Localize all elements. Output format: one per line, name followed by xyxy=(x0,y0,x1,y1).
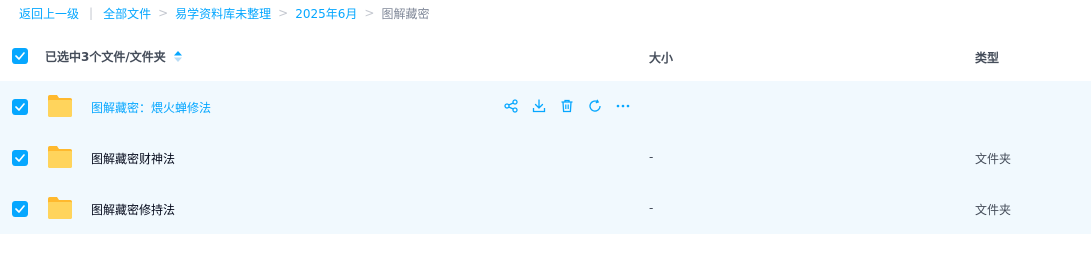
check-icon xyxy=(15,103,25,111)
selection-count-label: 已选中3个文件/文件夹 xyxy=(45,50,166,64)
breadcrumb: 返回上一级 | 全部文件 > 易学资料库未整理 > 2025年6月 > 图解藏密 xyxy=(19,4,429,22)
breadcrumb-current: 图解藏密 xyxy=(381,6,430,21)
row-checkbox[interactable] xyxy=(12,201,28,217)
file-type: 文件夹 xyxy=(975,203,1012,217)
share-icon[interactable] xyxy=(503,98,519,114)
check-icon xyxy=(15,205,25,213)
breadcrumb-divider: | xyxy=(89,6,94,20)
file-list-header: 已选中3个文件/文件夹 大小 类型 xyxy=(0,30,1091,80)
more-icon[interactable] xyxy=(615,98,631,114)
size-column-header[interactable]: 大小 xyxy=(649,49,673,66)
row-checkbox[interactable] xyxy=(12,99,28,115)
name-column-header[interactable]: 已选中3个文件/文件夹 xyxy=(45,48,182,65)
row-checkbox[interactable] xyxy=(12,150,28,166)
type-column-header[interactable]: 类型 xyxy=(975,49,999,66)
file-name[interactable]: 图解藏密财神法 xyxy=(91,150,175,167)
check-icon xyxy=(15,154,25,162)
file-size: - xyxy=(649,150,654,164)
row-actions xyxy=(503,98,643,114)
file-name[interactable]: 图解藏密：煨火蝉修法 xyxy=(91,99,211,116)
folder-icon xyxy=(48,95,72,117)
breadcrumb-item-library[interactable]: 易学资料库未整理 xyxy=(175,5,271,22)
breadcrumb-item-month[interactable]: 2025年6月 xyxy=(295,5,357,22)
folder-icon xyxy=(48,197,72,219)
table-row[interactable]: 图解藏密修持法 - 文件夹 xyxy=(0,183,1091,234)
file-list: 图解藏密：煨火蝉修法 图解藏密财神法 - 文件夹 图解藏密修持法 - 文件夹 xyxy=(0,81,1091,234)
breadcrumb-separator: > xyxy=(158,6,169,20)
select-all-checkbox[interactable] xyxy=(12,48,28,64)
table-row[interactable]: 图解藏密：煨火蝉修法 xyxy=(0,81,1091,132)
delete-icon[interactable] xyxy=(559,98,575,114)
sort-icon[interactable] xyxy=(173,51,182,62)
folder-icon xyxy=(48,146,72,168)
file-name[interactable]: 图解藏密修持法 xyxy=(91,201,175,218)
breadcrumb-separator: > xyxy=(364,6,375,20)
breadcrumb-item-all-files[interactable]: 全部文件 xyxy=(103,5,151,22)
check-icon xyxy=(15,52,25,60)
file-size: - xyxy=(649,201,654,215)
file-type: 文件夹 xyxy=(975,152,1012,166)
back-link[interactable]: 返回上一级 xyxy=(19,5,79,22)
table-row[interactable]: 图解藏密财神法 - 文件夹 xyxy=(0,132,1091,183)
breadcrumb-separator: > xyxy=(278,6,289,20)
download-icon[interactable] xyxy=(531,98,547,114)
refresh-icon[interactable] xyxy=(587,98,603,114)
